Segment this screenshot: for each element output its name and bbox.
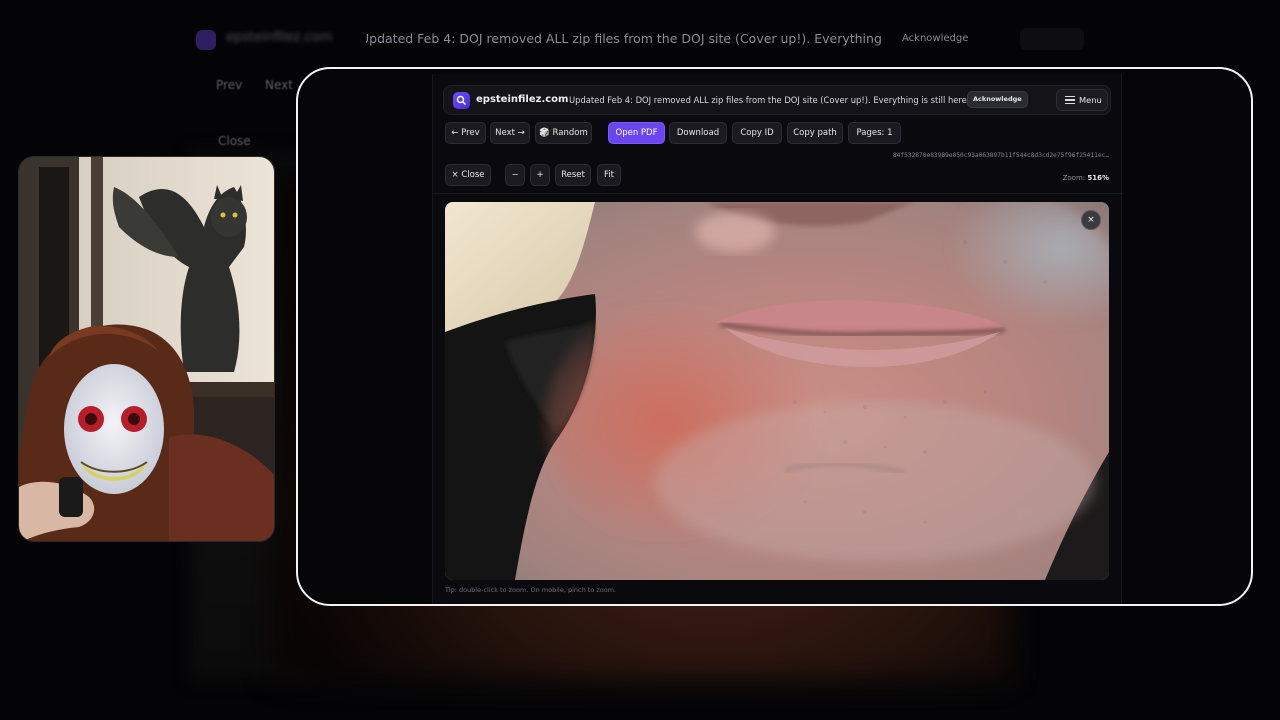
zoom-value: 516%	[1087, 174, 1109, 182]
hamburger-icon	[1065, 96, 1075, 104]
image-viewer[interactable]: ×	[445, 202, 1109, 580]
background-logo-icon	[196, 30, 216, 50]
copy-id-button[interactable]: Copy ID	[732, 122, 782, 144]
zoom-prefix: Zoom:	[1062, 174, 1086, 182]
file-viewer-app: epsteinfilez.com Updated Feb 4: DOJ remo…	[432, 74, 1123, 604]
zoom-level: Zoom: 516%	[1033, 174, 1109, 182]
file-hash: 84f532870e83989e050c93a063897b11f544c8d3…	[892, 152, 1109, 159]
zoom-out-button[interactable]: −	[505, 164, 525, 186]
copy-path-button[interactable]: Copy path	[787, 122, 843, 144]
background-acknowledge: Acknowledge	[902, 33, 969, 44]
fit-button[interactable]: Fit	[597, 164, 621, 186]
next-button[interactable]: Next →	[490, 122, 530, 144]
acknowledge-button[interactable]: Acknowledge	[967, 91, 1028, 108]
site-brand[interactable]: epsteinfilez.com	[476, 94, 568, 105]
screen-capture-frame: epsteinfilez.com Updated Feb 4: DOJ remo…	[296, 67, 1253, 606]
menu-label: Menu	[1079, 95, 1102, 105]
close-viewer-button[interactable]: × Close	[445, 164, 491, 186]
toolbar-divider	[433, 193, 1123, 194]
webcam-overlay	[18, 156, 275, 542]
open-pdf-button[interactable]: Open PDF	[608, 122, 665, 144]
menu-button[interactable]: Menu	[1056, 89, 1108, 111]
background-prev: Prev	[216, 78, 243, 92]
random-button[interactable]: 🎲 Random	[535, 122, 592, 144]
background-close: Close	[218, 134, 251, 148]
top-navbar: epsteinfilez.com Updated Feb 4: DOJ remo…	[443, 85, 1111, 115]
zoomed-photo	[445, 202, 1109, 580]
pages-count: Pages: 1	[848, 122, 901, 144]
prev-button[interactable]: ← Prev	[445, 122, 486, 144]
background-menu	[1020, 28, 1084, 50]
viewer-close-button[interactable]: ×	[1081, 210, 1101, 230]
zoom-tip: Tip: double-click to zoom. On mobile, pi…	[445, 586, 617, 594]
update-banner: Updated Feb 4: DOJ removed ALL zip files…	[569, 94, 1019, 105]
background-next: Next	[265, 78, 293, 92]
webcam-feed	[19, 157, 274, 541]
zoom-in-button[interactable]: +	[530, 164, 550, 186]
background-brand: epsteinfilez.com	[226, 30, 333, 45]
background-banner: Updated Feb 4: DOJ removed ALL zip files…	[366, 31, 886, 46]
search-logo-icon[interactable]	[453, 92, 470, 109]
download-button[interactable]: Download	[669, 122, 727, 144]
reset-zoom-button[interactable]: Reset	[555, 164, 591, 186]
